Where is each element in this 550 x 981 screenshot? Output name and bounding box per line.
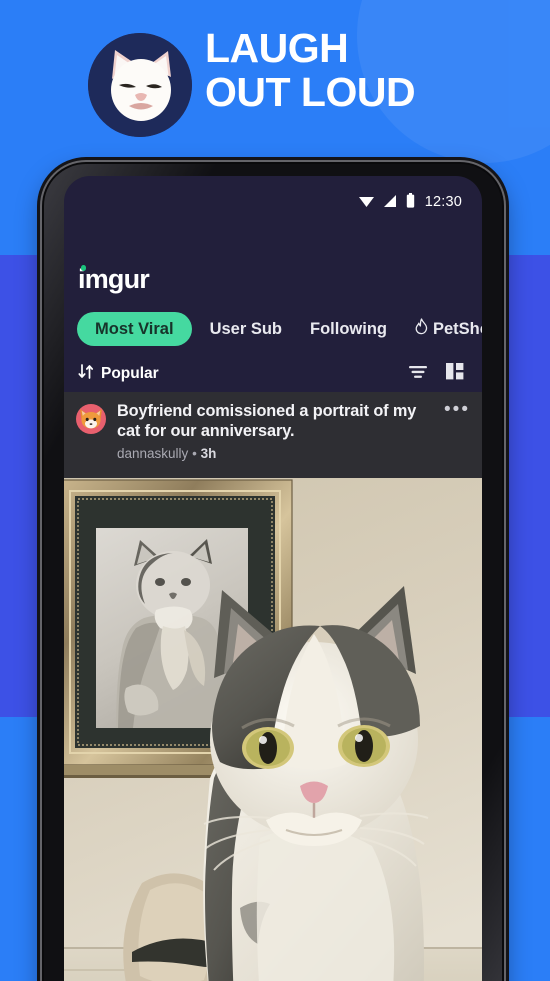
grid-layout-icon[interactable] bbox=[446, 363, 464, 385]
tab-following-label: Following bbox=[310, 319, 387, 338]
wifi-icon bbox=[358, 194, 375, 211]
post-meta: dannaskully • 3h bbox=[117, 446, 433, 461]
hero-headline-line2: OUT LOUD bbox=[205, 69, 416, 116]
view-controls bbox=[408, 363, 464, 385]
sort-label: Popular bbox=[101, 365, 159, 382]
tab-most-viral[interactable]: Most Viral bbox=[77, 312, 192, 346]
hero-banner: LAUGH OUT LOUD bbox=[0, 0, 550, 160]
post-age: 3h bbox=[200, 446, 217, 462]
post-meta-separator: • bbox=[192, 446, 197, 462]
tab-bar: Most Viral User Sub Following PetSho bbox=[64, 306, 482, 352]
tab-following[interactable]: Following bbox=[296, 312, 401, 346]
battery-icon bbox=[406, 193, 415, 211]
sort-control[interactable]: Popular bbox=[78, 364, 159, 384]
tab-user-sub-label: User Sub bbox=[209, 319, 282, 338]
hero-headline-line1: LAUGH bbox=[205, 25, 349, 71]
cellular-signal-icon bbox=[383, 194, 398, 211]
imgur-logo[interactable]: imgur bbox=[78, 264, 150, 295]
status-bar: 12:30 bbox=[64, 176, 482, 228]
more-options-icon[interactable]: ••• bbox=[444, 400, 470, 478]
hero-headline: LAUGH OUT LOUD bbox=[205, 25, 535, 116]
imgur-wordmark: imgur bbox=[78, 264, 150, 294]
flame-icon bbox=[415, 318, 428, 340]
smudge-cat-logo-icon bbox=[88, 33, 192, 137]
status-bar-clock: 12:30 bbox=[424, 194, 462, 210]
filter-icon[interactable] bbox=[408, 364, 428, 385]
post-image[interactable]: D. bbox=[64, 478, 482, 981]
tab-user-sub[interactable]: User Sub bbox=[196, 312, 296, 346]
sort-bar: Popular bbox=[64, 356, 482, 392]
tab-petshow-label: PetSho bbox=[432, 319, 482, 338]
phone-screen: 12:30 imgur Most Viral User Sub Followin… bbox=[64, 176, 482, 981]
post-author[interactable]: dannaskully bbox=[117, 446, 188, 461]
tab-most-viral-label: Most Viral bbox=[95, 319, 174, 338]
post-header[interactable]: Boyfriend comissioned a portrait of my c… bbox=[64, 392, 482, 478]
fox-avatar-icon[interactable] bbox=[76, 404, 106, 434]
sort-arrows-icon bbox=[78, 364, 95, 384]
imgur-dot-icon bbox=[80, 265, 86, 271]
phone-mockup: 12:30 imgur Most Viral User Sub Followin… bbox=[42, 162, 504, 981]
tab-petshow[interactable]: PetSho bbox=[401, 312, 482, 346]
post-title: Boyfriend comissioned a portrait of my c… bbox=[117, 402, 417, 440]
